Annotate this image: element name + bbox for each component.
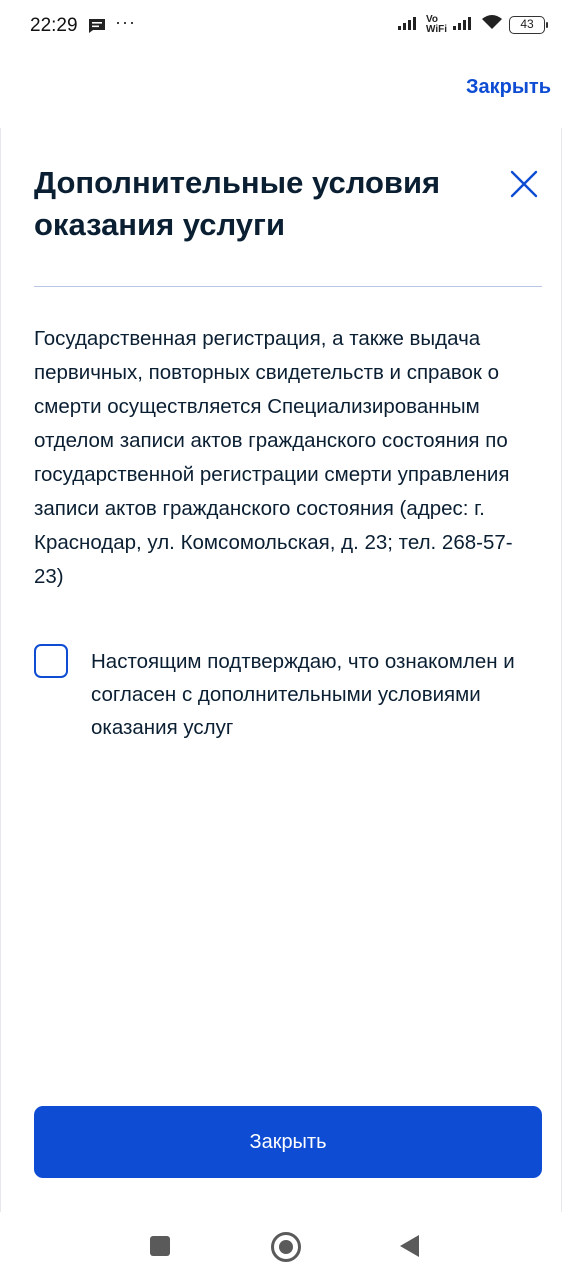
conditions-text: Государственная регистрация, а также выд… [34, 327, 513, 588]
home-icon[interactable] [271, 1232, 301, 1262]
close-button[interactable]: Закрыть [34, 1106, 542, 1178]
status-bar: 22:29 ··· Vo WiFi 43 [0, 0, 575, 56]
signal-icon-2 [453, 14, 475, 35]
close-icon[interactable] [510, 170, 538, 198]
more-notifications-icon: ··· [115, 12, 136, 32]
wifi-icon [481, 14, 503, 35]
message-icon [88, 18, 106, 39]
back-icon[interactable] [400, 1235, 419, 1257]
system-nav-bar [0, 1212, 575, 1280]
close-link[interactable]: Закрыть [466, 76, 551, 99]
sheet-title: Дополнительные условия оказания услуги [34, 165, 441, 242]
battery-icon: 43 [509, 15, 548, 34]
signal-icon [397, 14, 420, 35]
agree-checkbox-label[interactable]: Настоящим подтверждаю, что ознакомлен и … [91, 645, 531, 744]
status-time: 22:29 [30, 15, 78, 36]
status-icons: Vo WiFi 43 [397, 13, 548, 35]
vowifi-icon: Vo WiFi [425, 13, 447, 35]
agree-checkbox[interactable] [34, 644, 68, 678]
divider [34, 286, 542, 287]
recent-apps-icon[interactable] [150, 1236, 170, 1256]
